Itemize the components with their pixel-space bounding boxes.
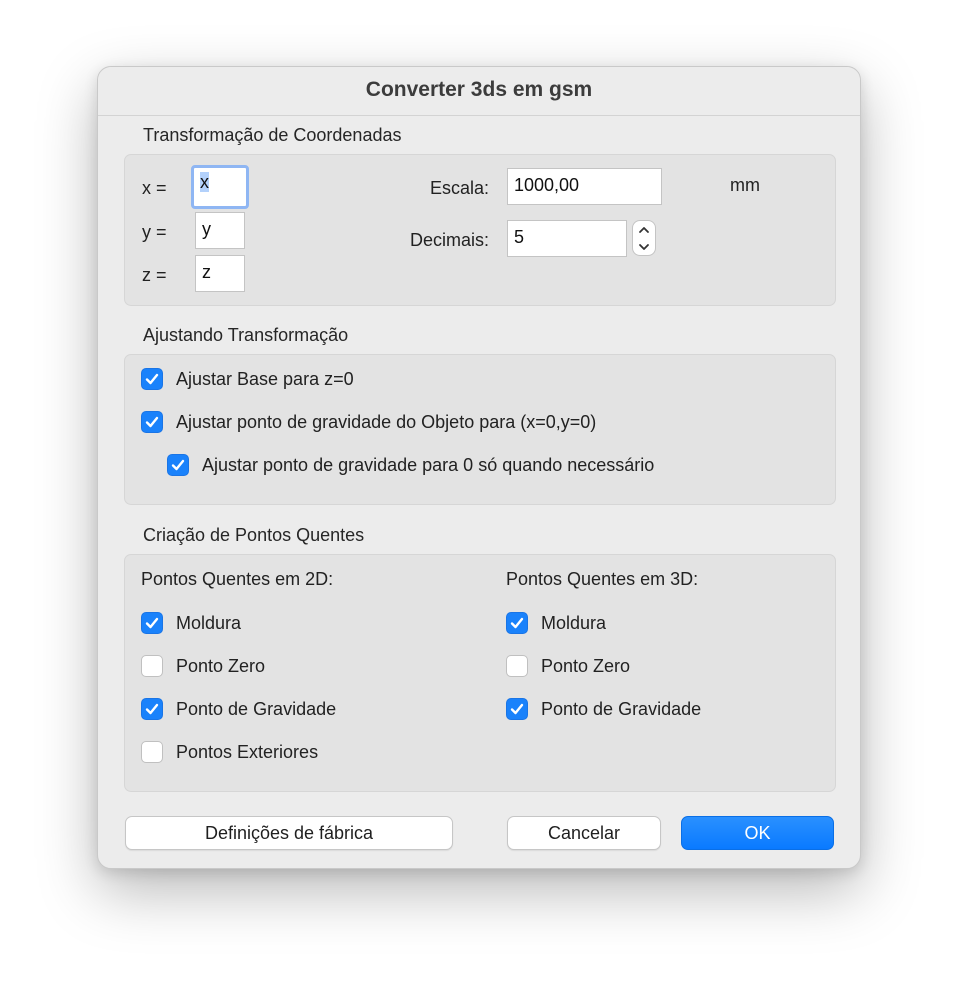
adjust-gravity-checkbox-row[interactable]: Ajustar ponto de gravidade do Objeto par… bbox=[141, 409, 596, 435]
x-label: x = bbox=[142, 178, 167, 198]
dialog-title: Converter 3ds em gsm bbox=[365, 78, 593, 101]
chevron-up-icon[interactable] bbox=[633, 221, 655, 238]
section-label-adjust: Ajustando Transformação bbox=[143, 325, 349, 345]
section-label-hotspots: Criação de Pontos Quentes bbox=[143, 525, 365, 545]
hotspots-3d-heading: Pontos Quentes em 3D: bbox=[506, 569, 699, 589]
cancel-button[interactable]: Cancelar bbox=[507, 816, 661, 850]
y-field-value: y bbox=[202, 219, 211, 239]
z-field-value: z bbox=[202, 262, 211, 282]
scale-field-value: 1000,00 bbox=[514, 175, 580, 195]
coordinates-panel: x = x y = y z = z Escala: 1000,00 mm Dec… bbox=[124, 154, 836, 306]
decimals-field[interactable]: 5 bbox=[507, 220, 627, 257]
decimals-stepper[interactable] bbox=[632, 220, 656, 256]
hotspot-2d-frame-row[interactable]: Moldura bbox=[141, 610, 241, 636]
hotspot-2d-exterior-row[interactable]: Pontos Exteriores bbox=[141, 739, 318, 765]
adjust-gravity-needed-label: Ajustar ponto de gravidade para 0 só qua… bbox=[202, 454, 655, 475]
y-label: y = bbox=[142, 222, 167, 242]
hotspot-2d-frame-label: Moldura bbox=[176, 612, 242, 633]
z-label: z = bbox=[142, 265, 167, 285]
chevron-down-icon[interactable] bbox=[633, 238, 655, 255]
checkmark-icon[interactable] bbox=[167, 454, 189, 476]
scale-field[interactable]: 1000,00 bbox=[507, 168, 662, 205]
hotspot-3d-gravity-row[interactable]: Ponto de Gravidade bbox=[506, 696, 701, 722]
hotspot-2d-exterior-label: Pontos Exteriores bbox=[176, 741, 319, 762]
checkbox-empty-icon[interactable] bbox=[506, 655, 528, 677]
hotspots-2d-heading: Pontos Quentes em 2D: bbox=[141, 569, 334, 589]
x-field-value: x bbox=[200, 172, 209, 192]
hotspot-3d-zero-row[interactable]: Ponto Zero bbox=[506, 653, 630, 679]
adjust-base-label: Ajustar Base para z=0 bbox=[176, 368, 354, 389]
adjust-gravity-label: Ajustar ponto de gravidade do Objeto par… bbox=[176, 411, 597, 432]
y-field[interactable]: y bbox=[195, 212, 245, 249]
checkbox-empty-icon[interactable] bbox=[141, 741, 163, 763]
checkmark-icon[interactable] bbox=[506, 612, 528, 634]
hotspot-3d-gravity-label: Ponto de Gravidade bbox=[541, 698, 702, 719]
adjust-gravity-needed-checkbox-row[interactable]: Ajustar ponto de gravidade para 0 só qua… bbox=[167, 452, 654, 478]
factory-defaults-button[interactable]: Definições de fábrica bbox=[125, 816, 453, 850]
convert-dialog: Converter 3ds em gsm Transformação de Co… bbox=[97, 66, 861, 869]
checkmark-icon[interactable] bbox=[141, 368, 163, 390]
x-field[interactable]: x bbox=[191, 165, 249, 209]
hotspot-2d-gravity-row[interactable]: Ponto de Gravidade bbox=[141, 696, 336, 722]
decimals-label: Decimais: bbox=[409, 230, 489, 250]
scale-unit: mm bbox=[730, 175, 760, 195]
checkmark-icon[interactable] bbox=[506, 698, 528, 720]
hotspot-2d-gravity-label: Ponto de Gravidade bbox=[176, 698, 337, 719]
adjust-panel: Ajustar Base para z=0 Ajustar ponto de g… bbox=[124, 354, 836, 505]
z-field[interactable]: z bbox=[195, 255, 245, 292]
checkbox-empty-icon[interactable] bbox=[141, 655, 163, 677]
hotspot-3d-frame-row[interactable]: Moldura bbox=[506, 610, 606, 636]
checkmark-icon[interactable] bbox=[141, 698, 163, 720]
section-label-coordinates: Transformação de Coordenadas bbox=[143, 125, 402, 145]
hotspot-3d-zero-label: Ponto Zero bbox=[541, 655, 631, 676]
dialog-titlebar: Converter 3ds em gsm bbox=[98, 67, 860, 116]
adjust-base-checkbox-row[interactable]: Ajustar Base para z=0 bbox=[141, 366, 354, 392]
hotspot-2d-zero-row[interactable]: Ponto Zero bbox=[141, 653, 265, 679]
scale-label: Escala: bbox=[429, 178, 489, 198]
hotspot-3d-frame-label: Moldura bbox=[541, 612, 607, 633]
decimals-field-value: 5 bbox=[514, 227, 525, 247]
ok-button[interactable]: OK bbox=[681, 816, 834, 850]
checkmark-icon[interactable] bbox=[141, 411, 163, 433]
checkmark-icon[interactable] bbox=[141, 612, 163, 634]
hotspot-2d-zero-label: Ponto Zero bbox=[176, 655, 266, 676]
hotspots-panel: Pontos Quentes em 2D: Pontos Quentes em … bbox=[124, 554, 836, 792]
